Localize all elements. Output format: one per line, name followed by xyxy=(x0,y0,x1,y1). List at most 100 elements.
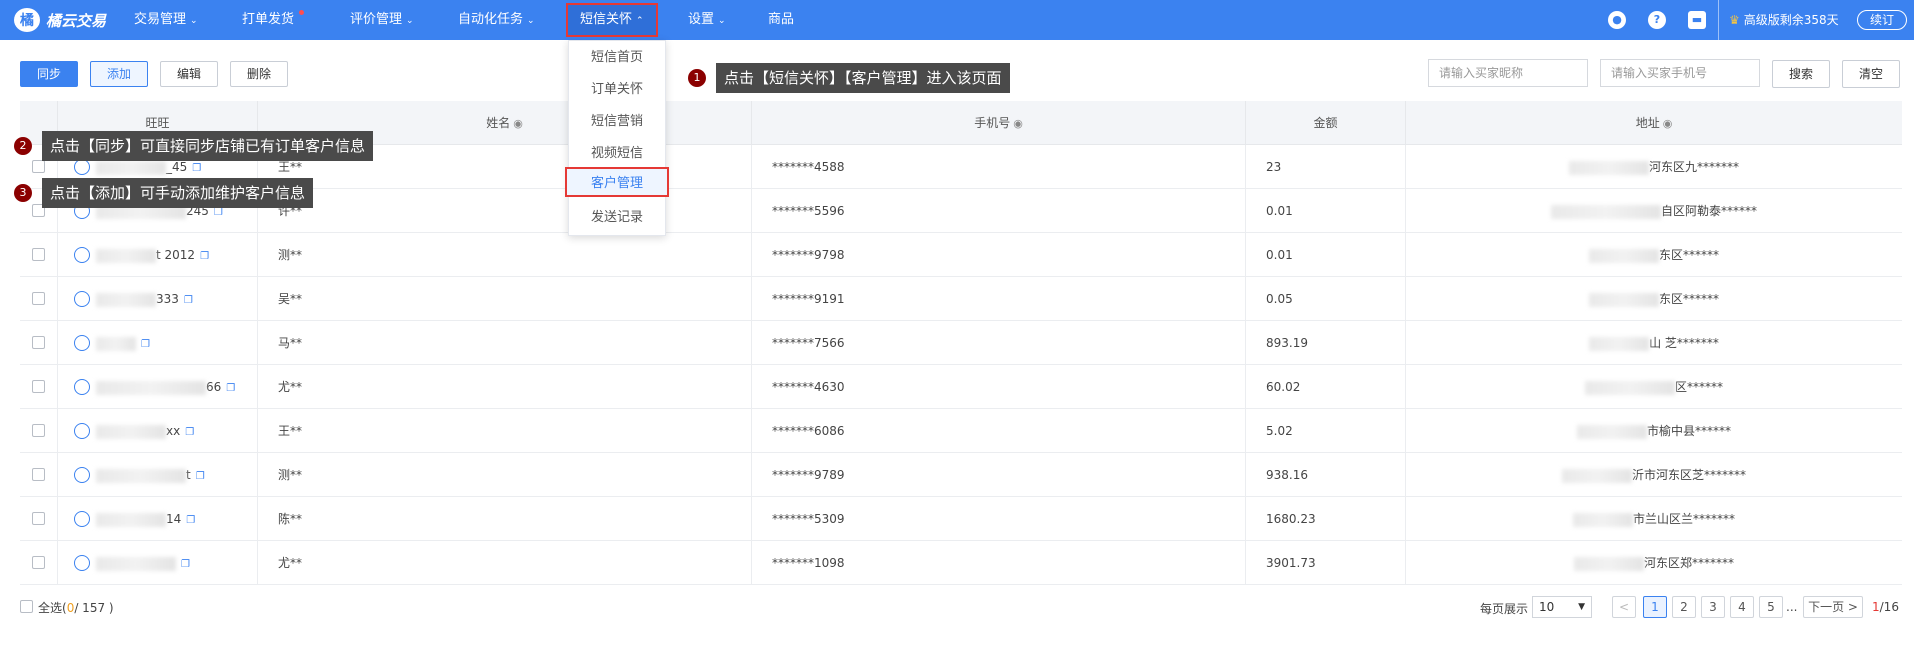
row-checkbox[interactable] xyxy=(32,380,45,393)
copy-icon[interactable]: ❐ xyxy=(226,383,235,394)
top-navigation-bar: 橘 橘云交易 交易管理 ⌄ 打单发货 评价管理 ⌄ 自动化任务 ⌄ 短信关怀 ⌃ 设置 ⌄… xyxy=(0,0,1914,40)
page-5-button[interactable]: 5 xyxy=(1759,596,1783,618)
help-icon[interactable]: ? xyxy=(1648,11,1666,29)
row-checkbox[interactable] xyxy=(32,160,45,173)
table-row[interactable]: ❐ 马** *******7566 893.19 山 芝******* xyxy=(20,321,1902,365)
page-2-button[interactable]: 2 xyxy=(1672,596,1696,618)
nav-products[interactable]: 商品 xyxy=(768,0,794,40)
cell-name: 许** xyxy=(258,189,752,233)
wangwang-icon[interactable] xyxy=(74,246,90,263)
row-checkbox[interactable] xyxy=(32,556,45,569)
copy-icon[interactable]: ❐ xyxy=(185,427,194,438)
row-checkbox[interactable] xyxy=(32,292,45,305)
row-checkbox[interactable] xyxy=(32,336,45,349)
wangwang-icon[interactable] xyxy=(74,334,90,351)
renew-button[interactable]: 续订 xyxy=(1857,10,1907,30)
address-text: 东区****** xyxy=(1658,248,1719,262)
row-checkbox[interactable] xyxy=(32,512,45,525)
menu-item-send-records[interactable]: 发送记录 xyxy=(569,203,665,233)
app-logo[interactable]: 橘 橘云交易 xyxy=(14,8,106,32)
page-4-button[interactable]: 4 xyxy=(1730,596,1754,618)
table-row[interactable]: xx ❐ 王** *******6086 5.02 市榆中县****** xyxy=(20,409,1902,453)
row-checkbox-cell xyxy=(20,233,58,277)
eye-icon[interactable]: ◉ xyxy=(1013,117,1023,130)
wangwang-icon[interactable] xyxy=(74,378,90,395)
redacted-blur xyxy=(1588,248,1659,263)
page-3-button[interactable]: 3 xyxy=(1701,596,1725,618)
cell-amount: 23 xyxy=(1246,145,1406,189)
copy-icon[interactable]: ❐ xyxy=(186,515,195,526)
row-checkbox[interactable] xyxy=(32,468,45,481)
page-count: /16 xyxy=(1879,600,1899,614)
eye-icon[interactable]: ◉ xyxy=(1663,117,1673,130)
cell-phone: *******1098 xyxy=(752,541,1246,585)
table-row[interactable]: t ❐ 测** *******9789 938.16 沂市河东区芝******* xyxy=(20,453,1902,497)
sms-care-dropdown-menu: 短信首页 订单关怀 短信营销 视频短信 客户管理 发送记录 xyxy=(565,40,669,236)
eye-icon[interactable]: ◉ xyxy=(513,117,523,130)
menu-item-sms-marketing[interactable]: 短信营销 xyxy=(569,107,665,137)
redacted-blur xyxy=(1561,468,1632,483)
wangwang-icon[interactable] xyxy=(74,290,90,307)
ticket-icon[interactable]: ▬ xyxy=(1688,11,1706,29)
nav-print-shipping[interactable]: 打单发货 xyxy=(242,0,305,40)
address-text: 河东区郑******* xyxy=(1643,556,1734,570)
cell-wangwang: ❐ xyxy=(58,541,258,585)
edit-button[interactable]: 编辑 xyxy=(160,61,218,87)
wangwang-icon[interactable] xyxy=(74,466,90,483)
search-button[interactable]: 搜索 xyxy=(1772,60,1830,88)
row-checkbox[interactable] xyxy=(32,248,45,261)
logo-icon: 橘 xyxy=(14,8,40,32)
menu-item-video-sms[interactable]: 视频短信 xyxy=(569,139,665,169)
menu-item-sms-home[interactable]: 短信首页 xyxy=(569,43,665,73)
copy-icon[interactable]: ❐ xyxy=(181,559,190,570)
cell-wangwang: t ❐ xyxy=(58,453,258,497)
copy-icon[interactable]: ❐ xyxy=(184,295,193,306)
nav-review-management[interactable]: 评价管理 ⌄ xyxy=(350,0,414,40)
cell-phone: *******5309 xyxy=(752,497,1246,541)
table-row[interactable]: 333 ❐ 吴** *******9191 0.05 东区****** xyxy=(20,277,1902,321)
copy-icon[interactable]: ❐ xyxy=(200,251,209,262)
sync-button[interactable]: 同步 xyxy=(20,61,78,87)
copy-icon[interactable]: ❐ xyxy=(192,163,201,174)
row-checkbox[interactable] xyxy=(32,424,45,437)
copy-icon[interactable]: ❐ xyxy=(214,207,223,218)
table-row[interactable]: ❐ 尤** *******1098 3901.73 河东区郑******* xyxy=(20,541,1902,585)
page-1-button[interactable]: 1 xyxy=(1643,596,1667,618)
cell-wangwang: 14 ❐ xyxy=(58,497,258,541)
nav-sms-care[interactable]: 短信关怀 ⌃ xyxy=(566,3,658,37)
wangwang-icon[interactable] xyxy=(74,554,90,571)
menu-item-customer-management[interactable]: 客户管理 xyxy=(565,167,669,197)
col-label: 旺旺 xyxy=(145,116,170,130)
nav-automation-tasks[interactable]: 自动化任务 ⌄ xyxy=(458,0,535,40)
cell-amount: 893.19 xyxy=(1246,321,1406,365)
select-all-checkbox[interactable] xyxy=(20,600,33,613)
delete-button[interactable]: 删除 xyxy=(230,61,288,87)
buyer-nick-input[interactable]: 请输入买家昵称 xyxy=(1428,59,1588,87)
buyer-phone-input[interactable]: 请输入买家手机号 xyxy=(1600,59,1760,87)
add-button[interactable]: 添加 xyxy=(90,61,148,87)
next-page-button[interactable]: 下一页 > xyxy=(1803,596,1863,618)
wangwang-icon[interactable] xyxy=(74,510,90,527)
copy-icon[interactable]: ❐ xyxy=(141,339,150,350)
nav-label: 打单发货 xyxy=(242,12,295,27)
per-page-select[interactable]: 10 ▼ xyxy=(1532,596,1592,618)
table-row[interactable]: t 2012 ❐ 测** *******9798 0.01 东区****** xyxy=(20,233,1902,277)
clear-button[interactable]: 清空 xyxy=(1842,60,1900,88)
bell-icon[interactable]: ● xyxy=(1608,11,1626,29)
pagination-ellipsis: ... xyxy=(1786,600,1798,614)
redacted-blur xyxy=(1589,336,1650,351)
nav-trade-management[interactable]: 交易管理 ⌄ xyxy=(134,0,198,40)
cell-name: 测** xyxy=(258,453,752,497)
cell-phone: *******9191 xyxy=(752,277,1246,321)
table-row[interactable]: 66 ❐ 尤** *******4630 60.02 区****** xyxy=(20,365,1902,409)
col-amount: 金额 xyxy=(1246,101,1406,145)
address-text: 沂市河东区芝******* xyxy=(1631,468,1746,482)
copy-icon[interactable]: ❐ xyxy=(196,471,205,482)
cell-address: 市榆中县****** xyxy=(1406,409,1902,453)
wangwang-text: 333 xyxy=(156,292,179,306)
prev-page-button[interactable]: < xyxy=(1612,596,1636,618)
nav-settings[interactable]: 设置 ⌄ xyxy=(688,0,726,40)
table-row[interactable]: 14 ❐ 陈** *******5309 1680.23 市兰山区兰******* xyxy=(20,497,1902,541)
menu-item-order-care[interactable]: 订单关怀 xyxy=(569,75,665,105)
wangwang-icon[interactable] xyxy=(74,422,90,439)
